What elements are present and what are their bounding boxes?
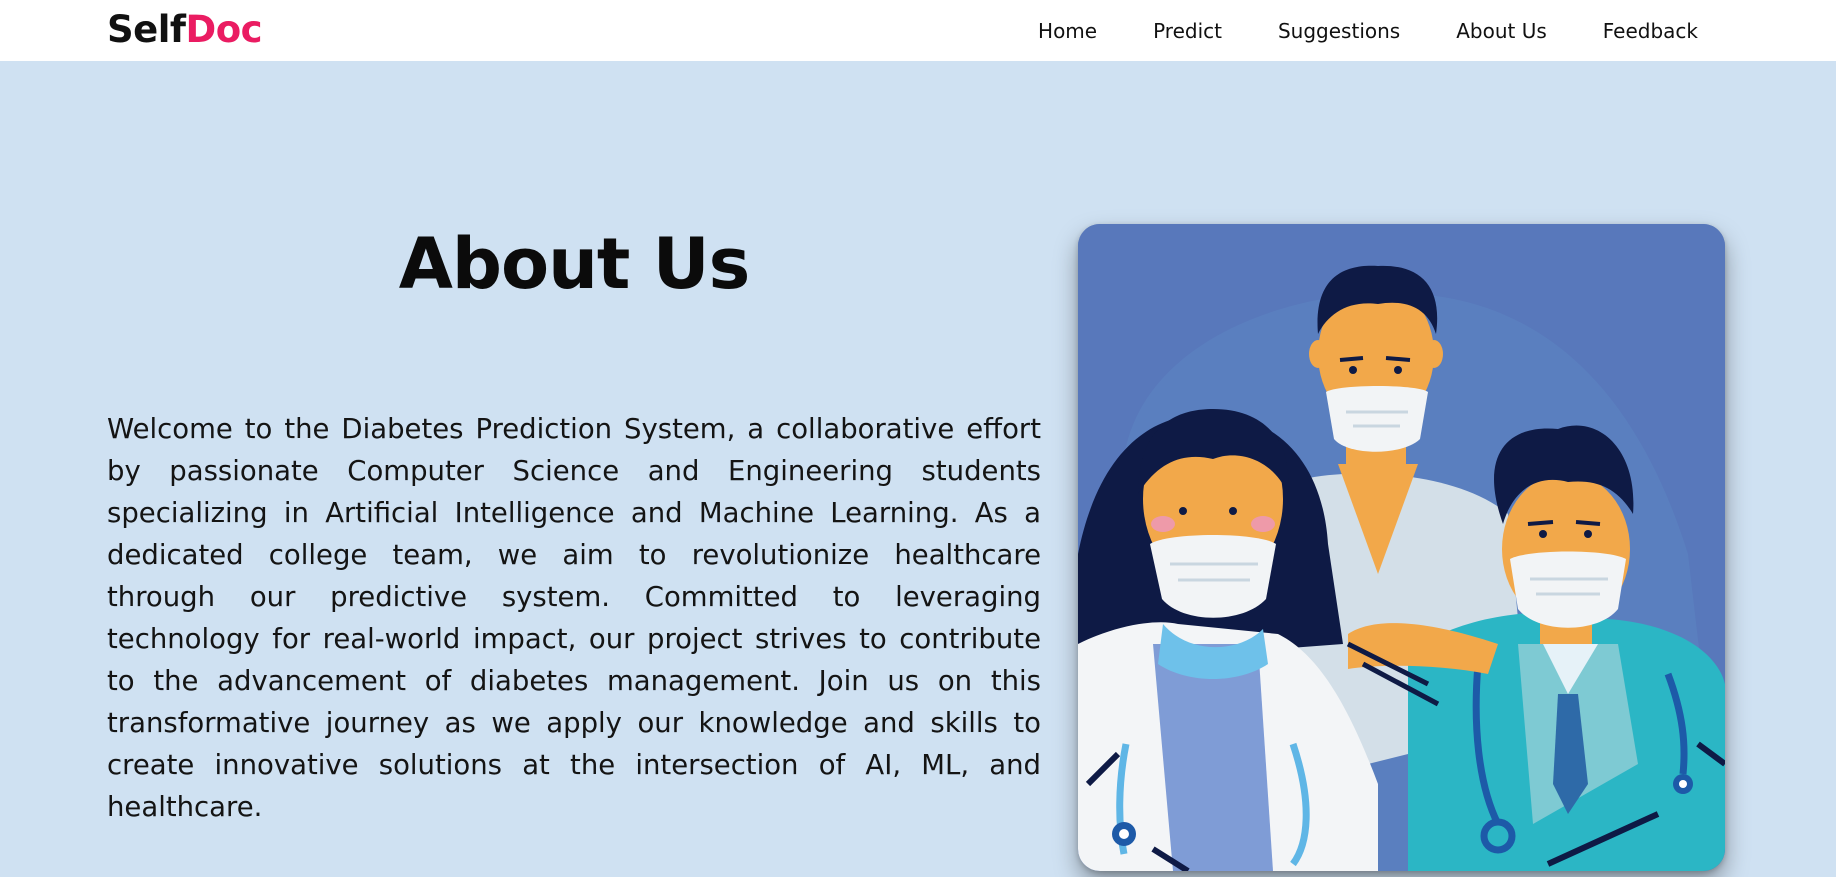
medical-team-illustration bbox=[1078, 224, 1725, 871]
nav-link-home[interactable]: Home bbox=[1038, 19, 1097, 43]
nav-link-predict[interactable]: Predict bbox=[1153, 19, 1222, 43]
nav-menu: Home Predict Suggestions About Us Feedba… bbox=[1038, 0, 1698, 61]
brand-logo[interactable]: SelfDoc bbox=[107, 8, 263, 51]
page-title: About Us bbox=[398, 223, 751, 305]
nav-link-about-us[interactable]: About Us bbox=[1456, 19, 1547, 43]
navbar: SelfDoc Home Predict Suggestions About U… bbox=[0, 0, 1836, 61]
brand-logo-part1: Self bbox=[107, 8, 186, 51]
about-description: Welcome to the Diabetes Prediction Syste… bbox=[107, 413, 1041, 823]
nav-link-suggestions[interactable]: Suggestions bbox=[1278, 19, 1400, 43]
about-section: About Us Welcome to the Diabetes Predict… bbox=[0, 61, 1836, 877]
brand-logo-part2: Doc bbox=[185, 8, 263, 51]
nav-link-feedback[interactable]: Feedback bbox=[1603, 19, 1698, 43]
medical-team-image bbox=[1078, 224, 1725, 871]
